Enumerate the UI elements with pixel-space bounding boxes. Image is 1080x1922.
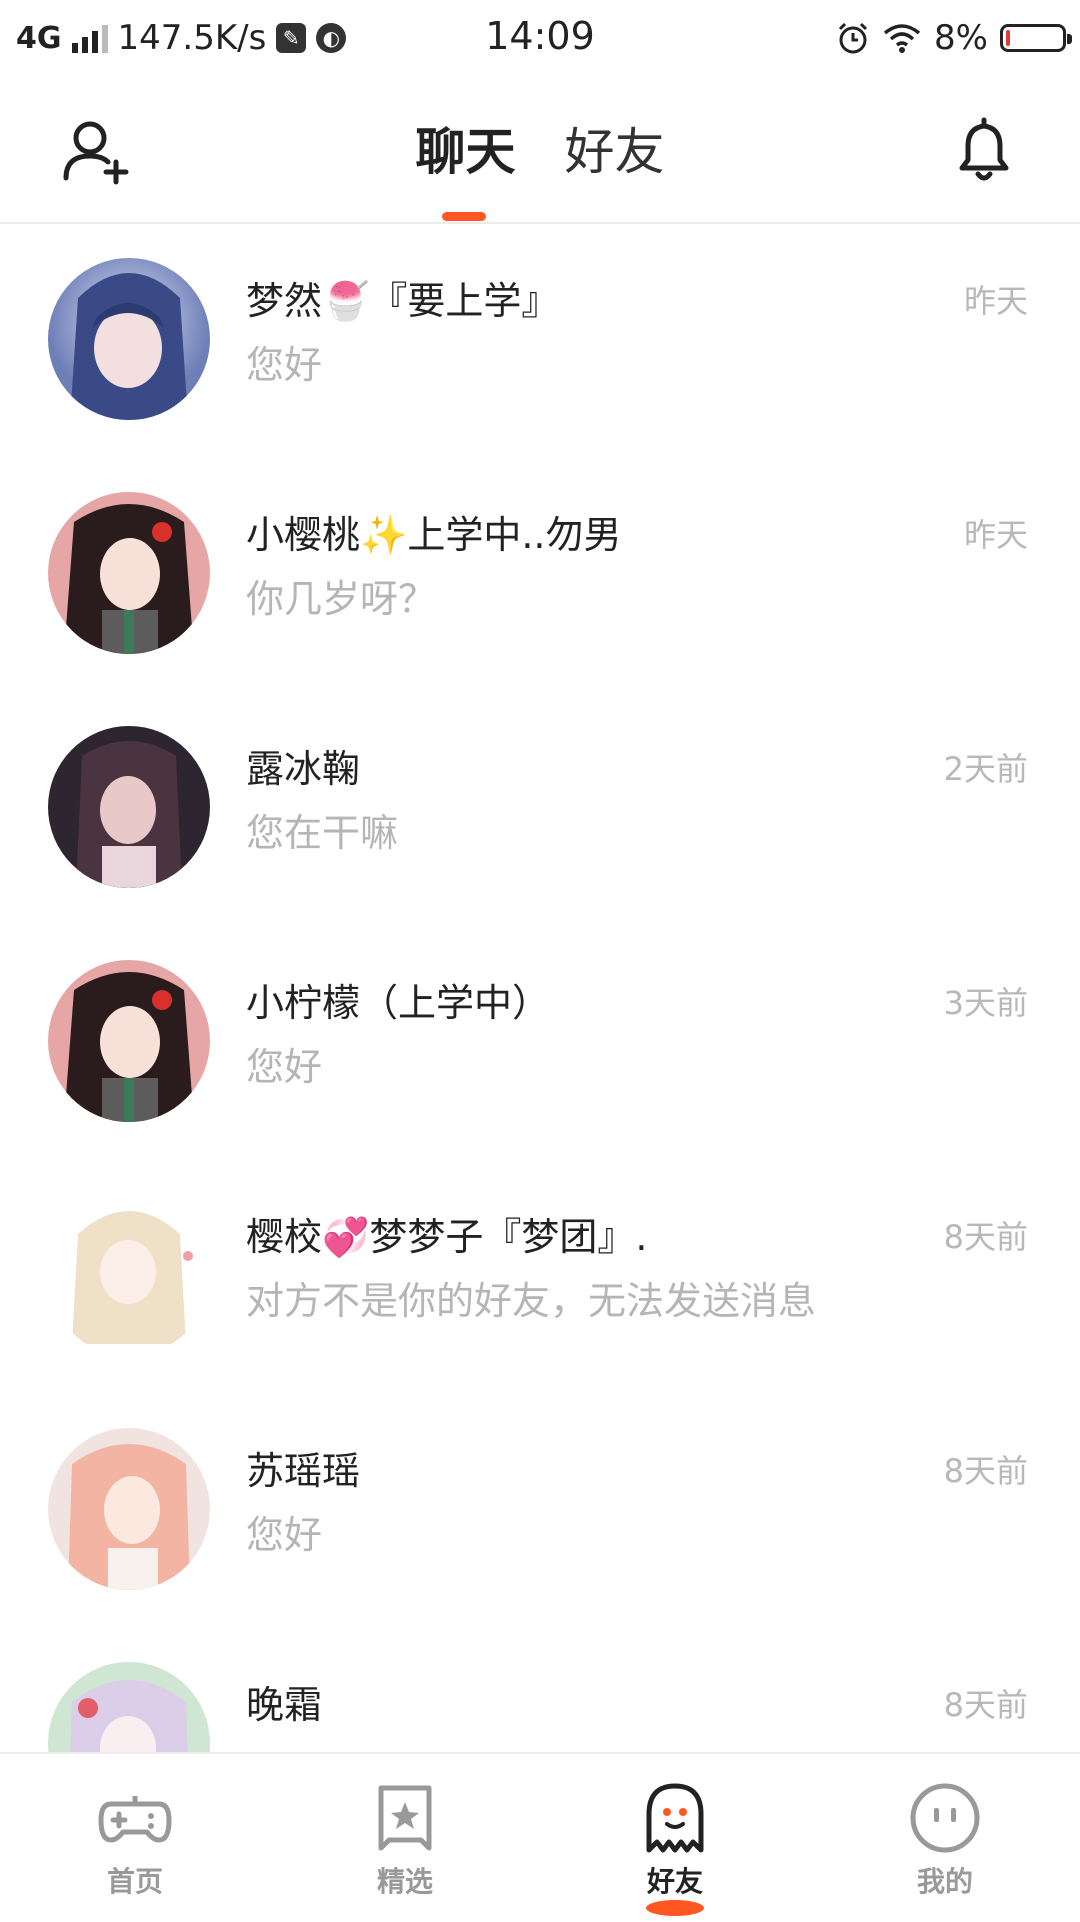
- chat-time: 8天前: [943, 1686, 1028, 1724]
- bottom-nav: 首页 精选 好友 我的: [0, 1752, 1080, 1922]
- nav-featured[interactable]: 精选: [270, 1754, 540, 1922]
- chat-name: 小樱桃✨上学中..勿男: [246, 513, 622, 557]
- chat-item[interactable]: 樱校💞梦梦子『梦团』. 对方不是你的好友，无法发送消息 8天前: [0, 1158, 1080, 1392]
- chat-name: 梦然🍧『要上学』: [246, 279, 560, 323]
- header: 聊天 好友: [0, 76, 1080, 224]
- chat-last-message: 您好: [246, 343, 323, 387]
- bell-icon[interactable]: [948, 114, 1020, 186]
- avatar[interactable]: [48, 1428, 210, 1590]
- alarm-icon: [838, 22, 868, 54]
- avatar[interactable]: [48, 960, 210, 1122]
- chat-last-message: 您好: [246, 1513, 323, 1557]
- nav-home[interactable]: 首页: [0, 1754, 270, 1922]
- chat-item[interactable]: 小柠檬（上学中） 您好 3天前: [0, 924, 1080, 1158]
- chat-last-message: 对方不是你的好友，无法发送消息: [246, 1279, 817, 1323]
- status-bar: 4G 147.5K/s ✎ ◐ 14:09 8%: [0, 0, 1080, 76]
- active-nav-indicator: [646, 1900, 704, 1916]
- wifi-icon: [883, 24, 921, 53]
- avatar[interactable]: [48, 258, 210, 420]
- avatar[interactable]: [48, 726, 210, 888]
- chat-last-message: 您在干嘛: [246, 811, 399, 855]
- battery-percent: 8%: [934, 18, 988, 58]
- chat-last-message: 您好: [246, 1045, 323, 1089]
- tab-friends[interactable]: 好友: [565, 112, 665, 184]
- battery-level: [1006, 30, 1010, 46]
- chat-item[interactable]: 露冰鞠 您在干嘛 2天前: [0, 690, 1080, 924]
- chat-time: 8天前: [943, 1218, 1028, 1256]
- status-right: 8%: [836, 16, 1072, 60]
- chat-time: 3天前: [943, 984, 1028, 1022]
- gamepad-icon: [98, 1796, 172, 1843]
- nav-label: 我的: [916, 1865, 973, 1898]
- avatar[interactable]: [48, 1662, 210, 1752]
- active-tab-indicator: [442, 212, 486, 221]
- chat-item[interactable]: 小樱桃✨上学中..勿男 你几岁呀？ 昨天: [0, 456, 1080, 690]
- star-bookmark-icon: [378, 1785, 432, 1851]
- chat-time: 昨天: [963, 516, 1028, 554]
- tab-chat[interactable]: 聊天: [415, 112, 515, 184]
- face-icon: [910, 1783, 980, 1853]
- chat-name: 樱校💞梦梦子『梦团』.: [246, 1215, 648, 1259]
- chat-name: 苏瑶瑶: [246, 1449, 361, 1493]
- ghost-icon: [646, 1783, 704, 1853]
- chat-name: 小柠檬（上学中）: [246, 981, 551, 1025]
- chat-name: 露冰鞠: [246, 747, 361, 791]
- nav-label: 首页: [106, 1865, 163, 1898]
- chat-name: 晚霜: [246, 1683, 323, 1727]
- nav-friends[interactable]: 好友: [540, 1754, 810, 1922]
- chat-last-message: 你几岁呀？: [246, 577, 437, 621]
- nav-label: 精选: [376, 1865, 433, 1898]
- top-tabs: 聊天 好友: [0, 112, 1080, 184]
- nav-label: 好友: [646, 1865, 703, 1898]
- chat-time: 2天前: [943, 750, 1028, 788]
- avatar[interactable]: [48, 1194, 210, 1356]
- chat-item[interactable]: 梦然🍧『要上学』 您好 昨天: [0, 222, 1080, 456]
- chat-item[interactable]: 苏瑶瑶 您好 8天前: [0, 1392, 1080, 1626]
- chat-list: 梦然🍧『要上学』 您好 昨天 小樱桃✨上学中..勿男 你几岁呀？ 昨天 露冰鞠 …: [0, 222, 1080, 1752]
- chat-item[interactable]: 晚霜 8天前: [0, 1626, 1080, 1752]
- avatar[interactable]: [48, 492, 210, 654]
- nav-me[interactable]: 我的: [810, 1754, 1080, 1922]
- chat-time: 昨天: [963, 282, 1028, 320]
- chat-time: 8天前: [943, 1452, 1028, 1490]
- battery-icon: [1000, 24, 1072, 52]
